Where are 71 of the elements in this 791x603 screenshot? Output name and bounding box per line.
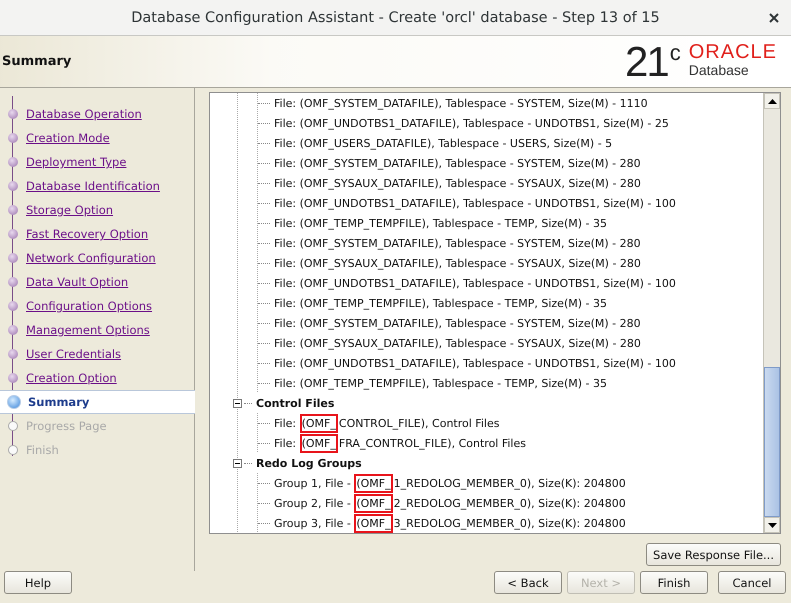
- step-dot-icon: [8, 445, 18, 455]
- step-dot-icon: [8, 205, 18, 215]
- step-item[interactable]: Creation Option: [0, 366, 194, 390]
- step-item[interactable]: Configuration Options: [0, 294, 194, 318]
- tree-item: File: (OMF_UNDOTBS1_DATAFILE), Tablespace - UNDOTBS1, Size(M) - 25: [274, 116, 669, 130]
- step-dot-icon: [8, 157, 18, 167]
- window-title: Database Configuration Assistant - Create 'orcl' database - Step 13 of 15: [131, 10, 660, 26]
- step-dot-icon: [8, 301, 18, 311]
- tree-item: File: (OMF_ CONTROL_FILE), Control Files: [274, 416, 500, 430]
- step-item[interactable]: Summary: [0, 390, 195, 414]
- tree-item: Group 3, File - (OMF_ 3_REDOLOG_MEMBER_0), Size(K): 204800: [274, 516, 626, 530]
- scrollbar[interactable]: [763, 93, 780, 533]
- step-dot-icon: [8, 373, 18, 383]
- tree-item: File: (OMF_TEMP_TEMPFILE), Tablespace - TEMP, Size(M) - 35: [274, 216, 607, 230]
- step-item[interactable]: Database Identification: [0, 174, 194, 198]
- scroll-up-button[interactable]: [764, 93, 780, 109]
- tree-item: File: (OMF_SYSTEM_DATAFILE), Tablespace - SYSTEM, Size(M) - 280: [274, 316, 641, 330]
- step-dot-icon: [8, 421, 18, 431]
- step-item[interactable]: Creation Mode: [0, 126, 194, 150]
- collapse-icon[interactable]: [233, 458, 242, 468]
- step-item[interactable]: Fast Recovery Option: [0, 222, 194, 246]
- step-item[interactable]: User Credentials: [0, 342, 194, 366]
- step-item[interactable]: Storage Option: [0, 198, 194, 222]
- step-item: Progress Page: [0, 414, 194, 438]
- step-dot-icon: [8, 277, 18, 287]
- step-dot-icon: [8, 253, 18, 263]
- tree-item: File: (OMF_SYSTEM_DATAFILE), Tablespace - SYSTEM, Size(M) - 1110: [274, 96, 648, 110]
- tree-item: File: (OMF_ FRA_CONTROL_FILE), Control Files: [274, 436, 526, 450]
- step-item[interactable]: Network Configuration: [0, 246, 194, 270]
- tree-item: File: (OMF_SYSAUX_DATAFILE), Tablespace - SYSAUX, Size(M) - 280: [274, 176, 641, 190]
- down-arrow-icon: [768, 522, 776, 528]
- step-dot-icon: [8, 325, 18, 335]
- step-dot-icon: [8, 229, 18, 239]
- up-arrow-icon: [768, 98, 776, 104]
- scroll-down-button[interactable]: [764, 517, 780, 533]
- tree-group[interactable]: Control Files: [256, 396, 334, 410]
- step-dot-icon: [8, 349, 18, 359]
- step-item[interactable]: Data Vault Option: [0, 270, 194, 294]
- tree-item: File: (OMF_TEMP_TEMPFILE), Tablespace - TEMP, Size(M) - 35: [274, 296, 607, 310]
- close-icon[interactable]: [769, 13, 779, 23]
- tree-item: File: (OMF_UNDOTBS1_DATAFILE), Tablespace - UNDOTBS1, Size(M) - 100: [274, 276, 676, 290]
- wizard-button[interactable]: Cancel: [718, 571, 786, 594]
- version-suffix: c: [670, 42, 681, 64]
- tree-item: File: (OMF_SYSAUX_DATAFILE), Tablespace - SYSAUX, Size(M) - 280: [274, 256, 641, 270]
- step-dot-icon: [8, 181, 18, 191]
- version-number: 21: [625, 42, 668, 82]
- step-dot-icon: [8, 109, 18, 119]
- brand-wordmark: ORACLE: [688, 42, 777, 62]
- tree-item: File: (OMF_TEMP_TEMPFILE), Tablespace - TEMP, Size(M) - 35: [274, 376, 607, 390]
- save-response-file-button[interactable]: Save Response File...: [646, 543, 781, 566]
- wizard-button[interactable]: < Back: [494, 571, 562, 594]
- tree-item: File: (OMF_SYSAUX_DATAFILE), Tablespace - SYSAUX, Size(M) - 280: [274, 336, 641, 350]
- step-item[interactable]: Management Options: [0, 318, 194, 342]
- tree-item: Group 1, File - (OMF_ 1_REDOLOG_MEMBER_0), Size(K): 204800: [274, 476, 626, 490]
- tree-group[interactable]: Redo Log Groups: [256, 456, 362, 470]
- tree-item: File: (OMF_SYSTEM_DATAFILE), Tablespace - SYSTEM, Size(M) - 280: [274, 156, 641, 170]
- help-button[interactable]: Help: [4, 571, 72, 594]
- step-item: Finish: [0, 438, 194, 462]
- step-item[interactable]: Database Operation: [0, 102, 194, 126]
- page-title: Summary: [2, 54, 72, 69]
- step-dot-icon: [8, 133, 18, 143]
- step-dot-icon: [7, 395, 21, 409]
- wizard-button[interactable]: Finish: [640, 571, 708, 594]
- tree-item: Group 2, File - (OMF_ 2_REDOLOG_MEMBER_0), Size(K): 204800: [274, 496, 626, 510]
- tree-item: File: (OMF_USERS_DATAFILE), Tablespace - USERS, Size(M) - 5: [274, 136, 612, 150]
- tree-item: File: (OMF_UNDOTBS1_DATAFILE), Tablespace - UNDOTBS1, Size(M) - 100: [274, 356, 676, 370]
- product-name: Database: [688, 62, 750, 78]
- step-item[interactable]: Deployment Type: [0, 150, 194, 174]
- tree-item: File: (OMF_SYSTEM_DATAFILE), Tablespace - SYSTEM, Size(M) - 280: [274, 236, 641, 250]
- tree-item: File: (OMF_UNDOTBS1_DATAFILE), Tablespace - UNDOTBS1, Size(M) - 100: [274, 196, 676, 210]
- collapse-icon[interactable]: [233, 398, 242, 408]
